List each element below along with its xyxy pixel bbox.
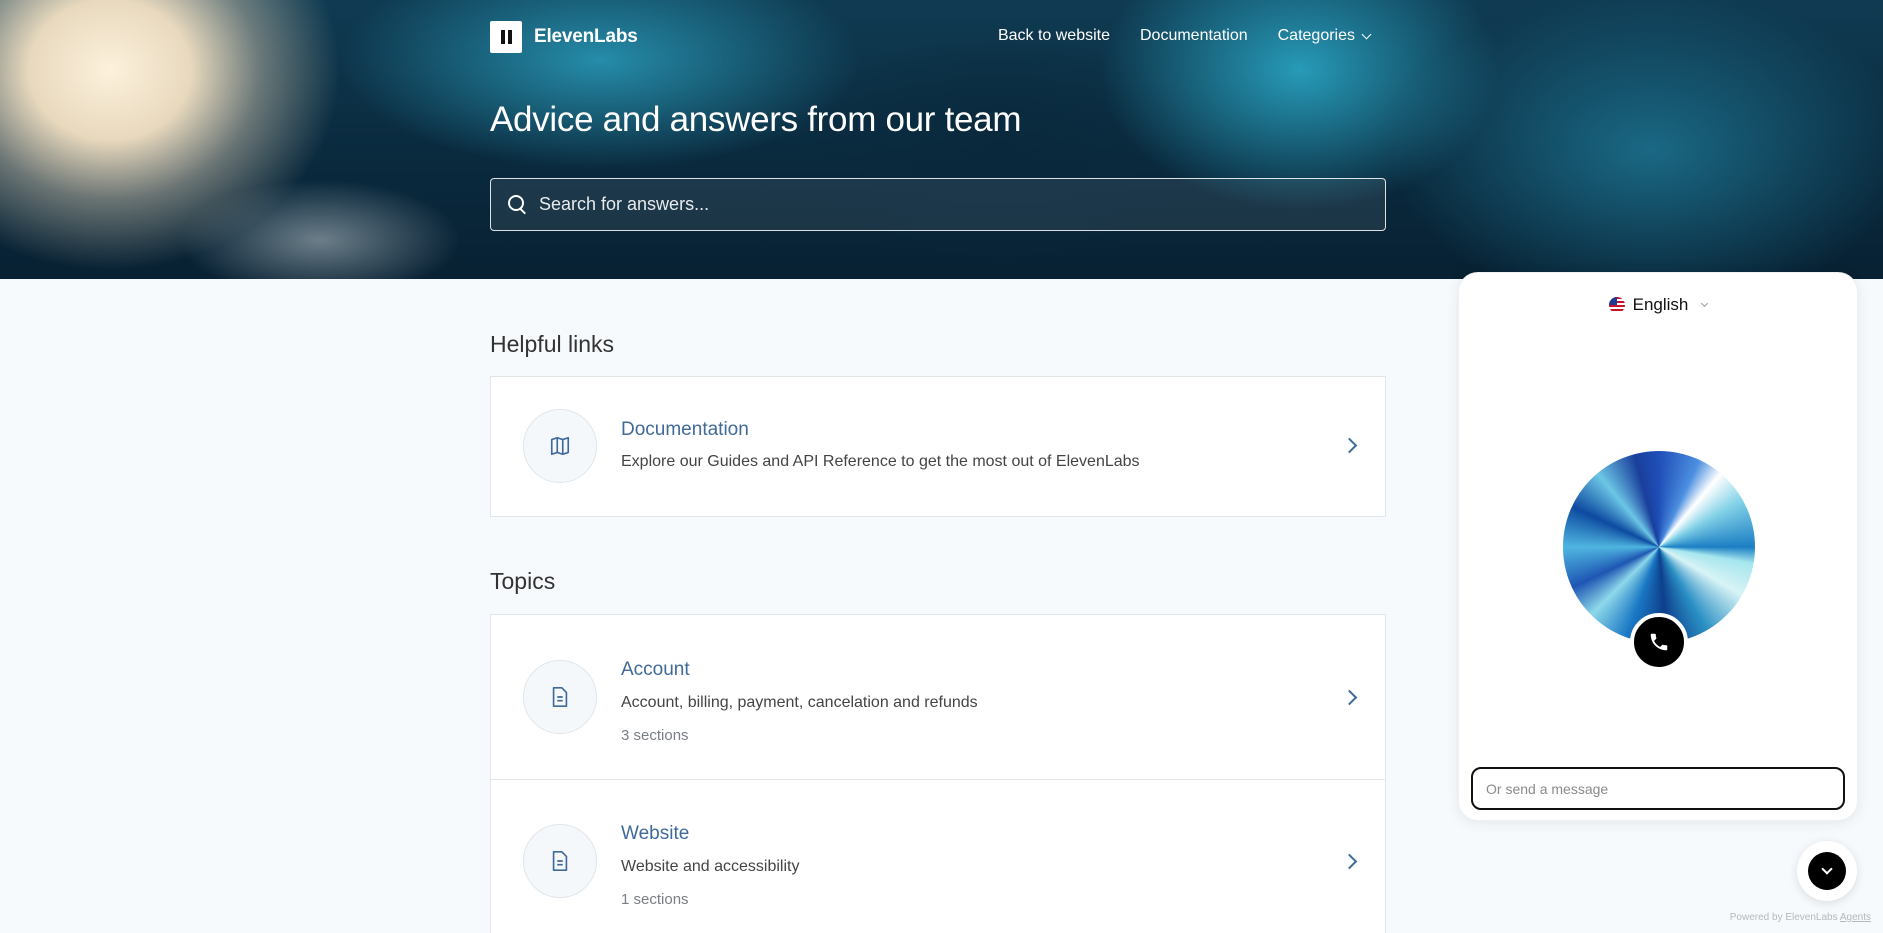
chevron-right-icon: [1341, 437, 1358, 454]
chevron-down-icon: [1821, 863, 1833, 875]
message-input[interactable]: [1471, 767, 1845, 810]
topic-website[interactable]: Website Website and accessibility 1 sect…: [491, 780, 1385, 933]
topic-account[interactable]: Account Account, billing, payment, cance…: [491, 615, 1385, 779]
page-title: Advice and answers from our team: [490, 100, 1022, 139]
chevron-right-icon: [1341, 853, 1358, 870]
topic-description: Account, billing, payment, cancelation a…: [621, 694, 978, 711]
nav-documentation[interactable]: Documentation: [1140, 27, 1248, 45]
powered-by-link[interactable]: Agents: [1840, 912, 1871, 923]
link-description: Explore our Guides and API Reference to …: [621, 453, 1140, 470]
map-icon: [550, 436, 570, 456]
icon-circle: [523, 660, 597, 734]
voice-agent-widget: English: [1458, 272, 1858, 821]
helpful-links-heading: Helpful links: [490, 331, 614, 357]
language-label: English: [1632, 295, 1689, 314]
link-title: Documentation: [621, 419, 749, 440]
helpful-links-card: Documentation Explore our Guides and API…: [490, 376, 1386, 517]
brand-name: ElevenLabs: [534, 26, 638, 47]
icon-circle: [523, 824, 597, 898]
nav-categories[interactable]: Categories: [1277, 27, 1372, 45]
topic-section-count: 3 sections: [621, 727, 689, 744]
chevron-down-icon: [1361, 29, 1372, 39]
fab-inner: [1808, 852, 1846, 890]
brand-logo[interactable]: ElevenLabs: [490, 21, 638, 53]
icon-circle: [523, 409, 597, 483]
link-documentation[interactable]: Documentation Explore our Guides and API…: [491, 377, 1385, 516]
topic-title: Account: [621, 659, 690, 680]
topics-card: Account Account, billing, payment, cance…: [490, 614, 1386, 933]
top-nav: Back to website Documentation Categories: [998, 27, 1372, 45]
powered-by: Powered by ElevenLabs Agents: [1730, 912, 1871, 923]
hero-inner: ElevenLabs Back to website Documentation…: [490, 0, 1386, 279]
nav-back-to-website[interactable]: Back to website: [998, 27, 1110, 45]
nav-categories-label: Categories: [1277, 27, 1355, 44]
chevron-right-icon: [1341, 689, 1358, 706]
document-icon: [552, 851, 568, 871]
hero-banner: ElevenLabs Back to website Documentation…: [0, 0, 1883, 279]
topic-description: Website and accessibility: [621, 858, 800, 875]
us-flag-icon: [1608, 297, 1625, 313]
widget-toggle-button[interactable]: [1797, 841, 1857, 901]
search-input[interactable]: [539, 194, 1359, 215]
elevenlabs-logo-icon: [490, 21, 522, 53]
search-icon: [507, 194, 529, 216]
chevron-down-icon: [1701, 299, 1709, 308]
document-icon: [552, 687, 568, 707]
phone-icon: [1650, 633, 1668, 651]
search-box[interactable]: [490, 178, 1386, 231]
language-selector[interactable]: English: [1459, 295, 1857, 315]
topic-section-count: 1 sections: [621, 891, 689, 908]
topic-title: Website: [621, 823, 690, 844]
call-button[interactable]: [1630, 613, 1688, 671]
powered-by-text: Powered by ElevenLabs: [1729, 912, 1838, 923]
topics-heading: Topics: [490, 568, 556, 594]
